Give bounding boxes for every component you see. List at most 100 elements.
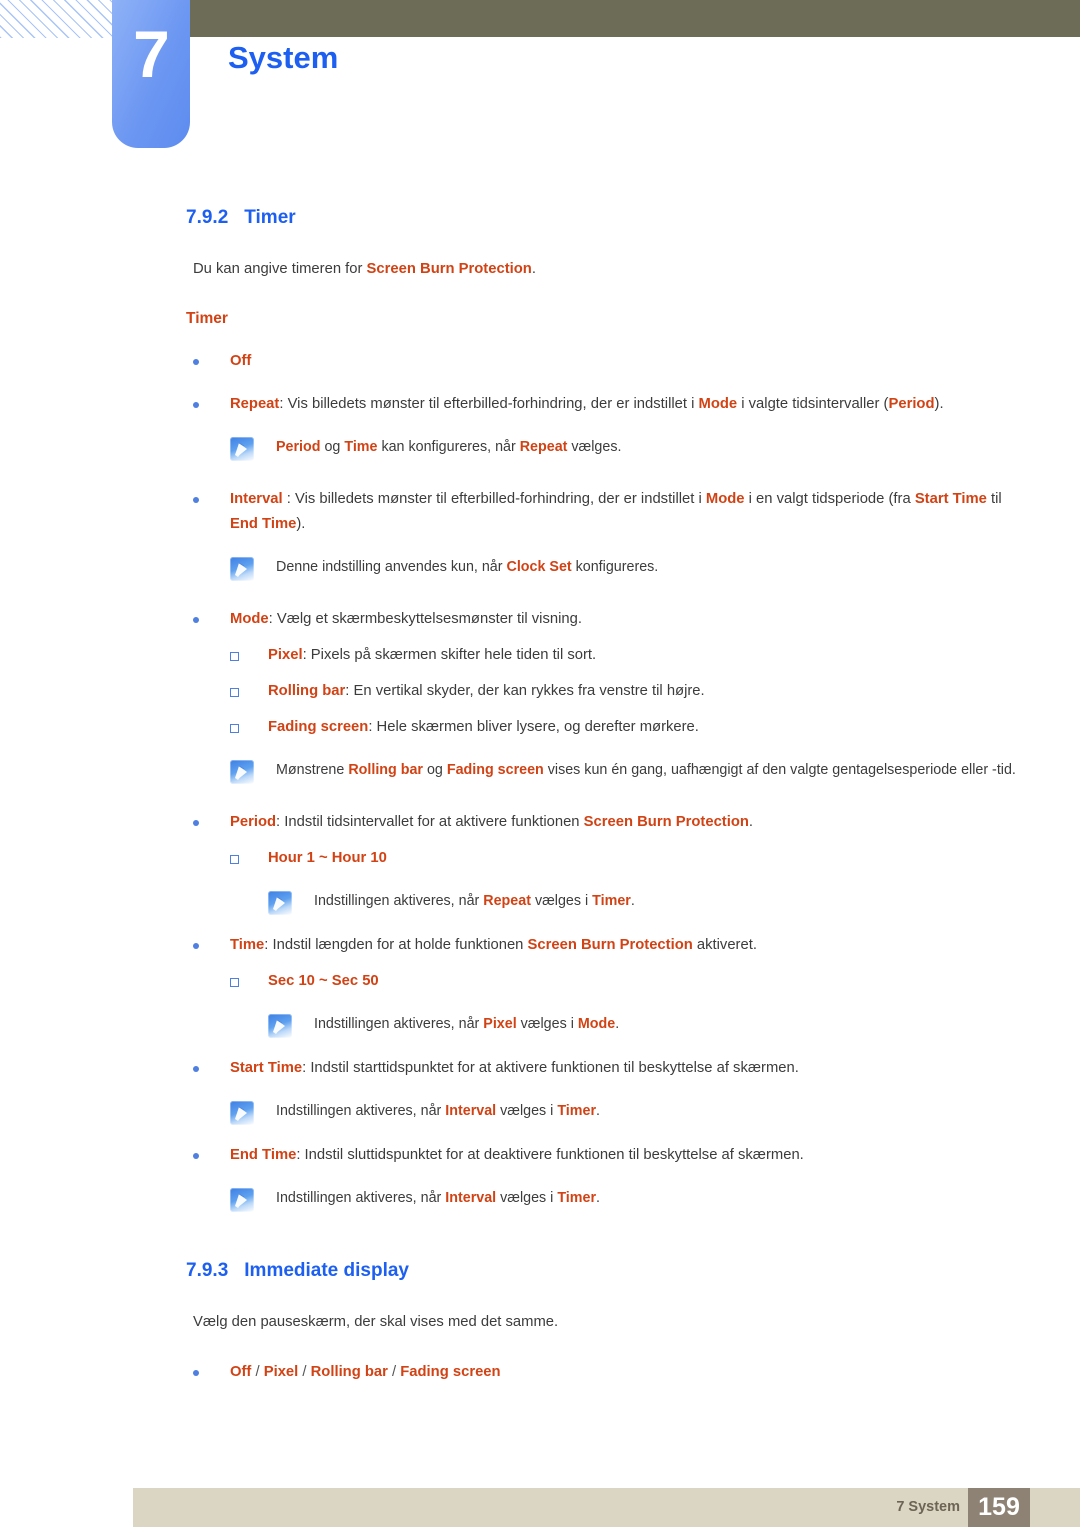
option-separator-2: / <box>298 1364 311 1380</box>
term-repeat: Repeat <box>230 396 280 412</box>
note-pencil-icon <box>230 557 254 581</box>
note7-term2: Timer <box>557 1190 597 1206</box>
note2-text2: konfigureres. <box>571 559 659 575</box>
note4-text1: Indstillingen aktiveres, når <box>314 893 484 909</box>
start-time-text: : Indstil starttidspunktet for at aktive… <box>302 1060 799 1076</box>
section-heading-timer: 7.9.2 Timer <box>186 205 1080 231</box>
note6-term2: Timer <box>557 1103 597 1119</box>
note7-text2: vælges i <box>496 1190 558 1206</box>
interval-text-1: : Vis billedets mønster til efterbilled-… <box>282 491 706 507</box>
list-item-mode: Mode: Vælg et skærmbeskyttelsesmønster t… <box>193 607 1025 632</box>
interval-text-2: i en valgt tidsperiode (fra <box>744 491 915 507</box>
value-sec-range: Sec 10 ~ Sec 50 <box>268 973 379 989</box>
pixel-text: : Pixels på skærmen skifter hele tiden t… <box>302 647 597 663</box>
note7-text1: Indstillingen aktiveres, når <box>276 1190 446 1206</box>
interval-text-3: til <box>986 491 1002 507</box>
option-separator-3: / <box>387 1364 401 1380</box>
section-number-2: 7.9.3 <box>186 1260 229 1281</box>
note-pencil-icon <box>268 891 292 915</box>
note-pencil-icon <box>230 1188 254 1212</box>
term-mode: Mode <box>698 396 738 412</box>
period-text-2: . <box>748 814 754 830</box>
note3-term2: Fading screen <box>446 762 544 778</box>
note-interval-in-timer-2: Indstillingen aktiveres, når Interval væ… <box>230 1186 1016 1212</box>
term-period-2: Period <box>230 814 277 830</box>
list-item-repeat: Repeat: Vis billedets mønster til efterb… <box>193 392 1025 417</box>
note5-text1: Indstillingen aktiveres, når <box>314 1016 484 1032</box>
intro-term: Screen Burn Protection <box>366 261 532 277</box>
mode-text: : Vælg et skærmbeskyttelsesmønster til v… <box>268 611 582 627</box>
chapter-title: System <box>228 40 339 75</box>
note5-term1: Pixel <box>483 1016 517 1032</box>
intro-text-post: . <box>531 261 536 277</box>
note2-text1: Denne indstilling anvendes kun, når <box>276 559 507 575</box>
note-period-time: Period og Time kan konfigureres, når Rep… <box>230 435 1016 461</box>
note6-text3: . <box>596 1103 600 1119</box>
note5-text3: . <box>615 1016 620 1032</box>
note1-text2: kan konfigureres, når <box>377 439 520 455</box>
term-mode-3: Mode <box>230 611 269 627</box>
chapter-number: 7 <box>133 17 170 91</box>
time-text-1: : Indstil længden for at holde funktione… <box>264 937 528 953</box>
note1-text3: vælges. <box>567 439 622 455</box>
term-rolling-bar: Rolling bar <box>268 683 346 699</box>
header-band <box>190 0 1080 37</box>
note7-term1: Interval <box>445 1190 497 1206</box>
note-pencil-icon <box>230 1101 254 1125</box>
intro-text-pre: Du kan angive timeren for <box>193 261 367 277</box>
note4-term1: Repeat <box>483 893 531 909</box>
period-text-1: : Indstil tidsintervallet for at aktiver… <box>276 814 584 830</box>
list-item-pixel: Pixel: Pixels på skærmen skifter hele ti… <box>230 643 1028 668</box>
interval-text-4: ). <box>296 516 306 532</box>
note1-term3: Repeat <box>519 439 568 455</box>
list-item-period: Period: Indstil tidsintervallet for at a… <box>193 810 1025 835</box>
section-title: Timer <box>244 207 296 228</box>
term-end-time: End Time <box>230 516 297 532</box>
option-off: Off <box>230 1364 252 1380</box>
term-fading-screen: Fading screen <box>268 719 369 735</box>
term-start-time: Start Time <box>914 491 987 507</box>
repeat-text-3: ). <box>934 396 944 412</box>
note-clock-set: Denne indstilling anvendes kun, når Cloc… <box>230 555 1016 581</box>
section-number: 7.9.2 <box>186 207 229 228</box>
value-hour-range: Hour 1 ~ Hour 10 <box>268 850 387 866</box>
note6-text1: Indstillingen aktiveres, når <box>276 1103 446 1119</box>
note-pixel-in-mode: Indstillingen aktiveres, når Pixel vælge… <box>268 1012 1014 1038</box>
footer-page-number: 159 <box>968 1488 1030 1527</box>
list-item-interval: Interval : Vis billedets mønster til eft… <box>193 487 1025 537</box>
note-interval-in-timer-1: Indstillingen aktiveres, når Interval væ… <box>230 1099 1016 1125</box>
note3-text1: Mønstrene <box>276 762 349 778</box>
note2-term1: Clock Set <box>506 559 572 575</box>
list-item-hour-range: Hour 1 ~ Hour 10 <box>230 846 1028 871</box>
term-mode-2: Mode <box>705 491 745 507</box>
note1-text1: og <box>320 439 345 455</box>
repeat-text-1: : Vis billedets mønster til efterbilled-… <box>279 396 699 412</box>
term-time: Time <box>230 937 265 953</box>
note-pencil-icon <box>268 1014 292 1038</box>
term-period: Period <box>888 396 935 412</box>
chapter-tab: 7 <box>112 0 190 148</box>
list-item-sec-range: Sec 10 ~ Sec 50 <box>230 969 1028 994</box>
note-patterns: Mønstrene Rolling bar og Fading screen v… <box>230 758 1016 784</box>
option-separator-1: / <box>251 1364 264 1380</box>
note4-term2: Timer <box>592 893 631 909</box>
term-screen-burn-protection: Screen Burn Protection <box>583 814 749 830</box>
note6-term1: Interval <box>445 1103 497 1119</box>
fading-screen-text: : Hele skærmen bliver lysere, og derefte… <box>368 719 699 735</box>
note-repeat-in-timer: Indstillingen aktiveres, når Repeat vælg… <box>268 889 1014 915</box>
repeat-text-2: i valgte tidsintervaller ( <box>737 396 889 412</box>
note-pencil-icon <box>230 437 254 461</box>
note4-text2: vælges i <box>530 893 593 909</box>
term-screen-burn-protection-2: Screen Burn Protection <box>527 937 693 953</box>
note5-term2: Mode <box>577 1016 616 1032</box>
term-end-time-2: End Time <box>230 1147 297 1163</box>
term-off: Off <box>230 353 252 369</box>
term-start-time-2: Start Time <box>230 1060 303 1076</box>
end-time-text: : Indstil sluttidspunktet for at deaktiv… <box>296 1147 804 1163</box>
page-content: 7.9.2 Timer Du kan angive timeren for Scr… <box>0 205 1080 1385</box>
timer-intro-paragraph: Du kan angive timeren for Screen Burn Pr… <box>193 257 1008 281</box>
subhead-timer: Timer <box>186 310 228 327</box>
term-pixel: Pixel <box>268 647 303 663</box>
list-item-fading-screen: Fading screen: Hele skærmen bliver lyser… <box>230 715 1028 740</box>
term-interval: Interval <box>230 491 283 507</box>
